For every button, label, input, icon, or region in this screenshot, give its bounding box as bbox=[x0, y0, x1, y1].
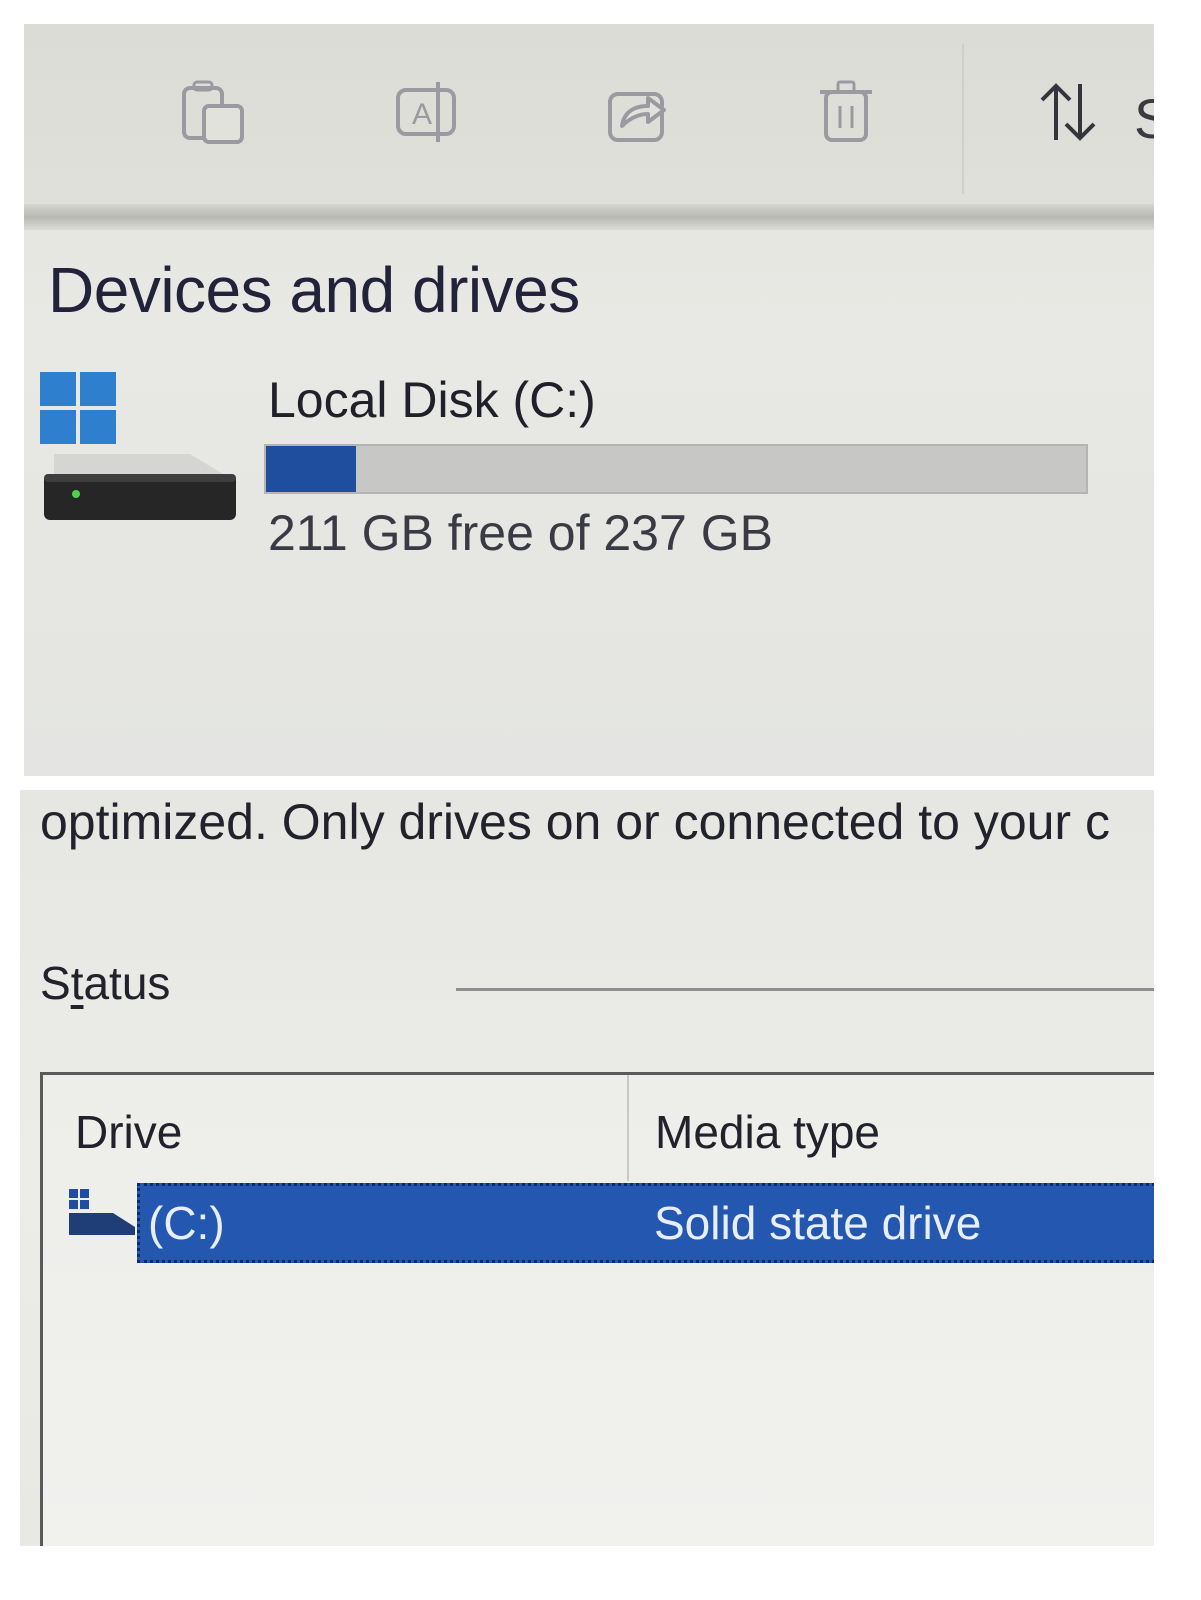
section-title: Devices and drives bbox=[48, 254, 580, 326]
status-group-rule bbox=[456, 988, 1154, 991]
sort-button[interactable] bbox=[1028, 72, 1108, 152]
column-divider[interactable] bbox=[627, 1075, 629, 1181]
drive-tile-c[interactable]: Local Disk (C:) 211 GB free of 237 GB bbox=[40, 364, 1120, 594]
status-label-prefix: S bbox=[40, 957, 71, 1009]
row-drive-cell: (C:) bbox=[148, 1197, 225, 1249]
status-label: Status bbox=[40, 954, 170, 1012]
sort-arrows-icon bbox=[1040, 83, 1096, 141]
drive-name: Local Disk (C:) bbox=[268, 372, 596, 428]
toolbar-separator bbox=[962, 44, 964, 194]
photo-gap bbox=[0, 776, 1201, 790]
status-label-accesskey: t bbox=[70, 957, 84, 1009]
drives-list[interactable]: Drive Media type (C:) Solid state drive bbox=[40, 1072, 1154, 1546]
column-header-media-type[interactable]: Media type bbox=[655, 1103, 880, 1161]
copy-icon bbox=[182, 80, 244, 144]
rename-icon: A bbox=[396, 82, 456, 142]
column-header-drive[interactable]: Drive bbox=[75, 1103, 182, 1161]
status-label-rest: atus bbox=[83, 957, 171, 1009]
optimize-drives-panel: optimized. Only drives on or connected t… bbox=[20, 790, 1154, 1546]
drive-usage-fill bbox=[266, 446, 357, 492]
share-icon bbox=[608, 92, 666, 142]
drive-usage-bar bbox=[264, 444, 1088, 494]
svg-text:A: A bbox=[412, 98, 432, 131]
row-media-type-cell: Solid state drive bbox=[654, 1197, 982, 1249]
windows-drive-icon bbox=[40, 372, 236, 520]
share-button[interactable] bbox=[598, 72, 678, 152]
delete-button[interactable] bbox=[806, 72, 886, 152]
table-row[interactable]: (C:) Solid state drive bbox=[137, 1183, 1154, 1263]
toolbar-clipped-label[interactable]: S bbox=[1134, 84, 1154, 154]
command-bar: A S bbox=[24, 24, 1154, 204]
toolbar-clipped-text: S bbox=[1134, 87, 1154, 150]
list-header: Drive Media type bbox=[43, 1075, 1154, 1181]
toolbar-divider bbox=[24, 204, 1154, 230]
description-text: optimized. Only drives on or connected t… bbox=[40, 794, 1110, 850]
trash-icon bbox=[820, 80, 872, 142]
copy-button[interactable] bbox=[174, 72, 254, 152]
drive-free-space: 211 GB free of 237 GB bbox=[268, 505, 773, 561]
drive-small-icon bbox=[69, 1189, 135, 1235]
rename-button[interactable]: A bbox=[386, 72, 466, 152]
explorer-panel: A S Devices and drives Local Disk (C:) 2… bbox=[24, 24, 1154, 776]
